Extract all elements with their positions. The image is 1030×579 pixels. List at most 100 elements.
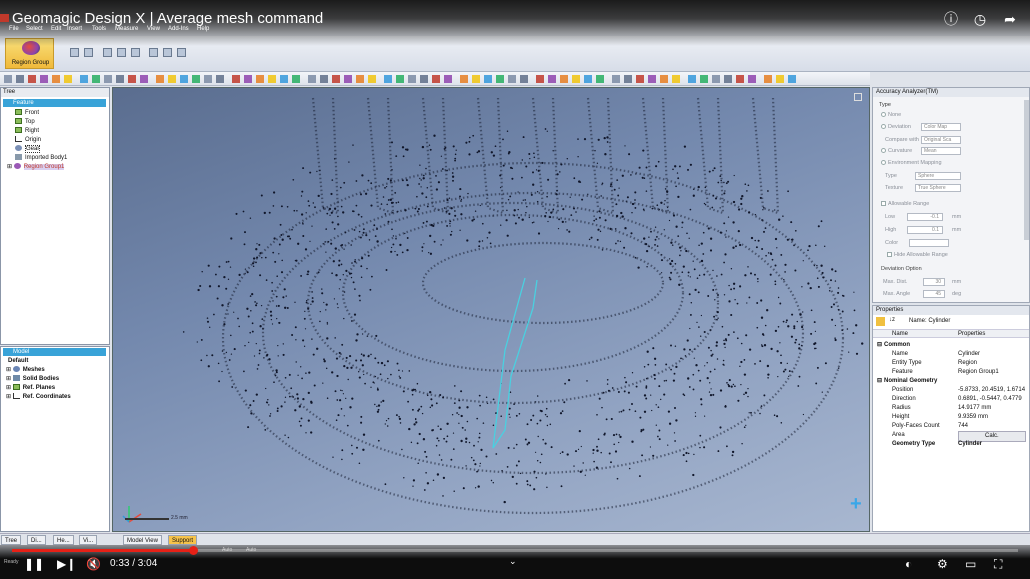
expand-icon[interactable]: ⊞ bbox=[6, 376, 11, 382]
ribbon-tool-icon[interactable] bbox=[177, 48, 186, 57]
compare-with-select[interactable]: Original Sca bbox=[921, 136, 961, 144]
model-item-meshes[interactable]: ⊞ Meshes bbox=[6, 366, 45, 375]
toolbar-tool-icon[interactable] bbox=[204, 75, 212, 83]
ribbon-tool-icon[interactable] bbox=[103, 48, 112, 57]
sort-icon[interactable]: ↓z bbox=[889, 317, 898, 326]
expand-icon[interactable]: ⊞ bbox=[6, 385, 11, 391]
model-item-solid-bodies[interactable]: ⊞ Solid Bodies bbox=[6, 375, 59, 384]
feature-header[interactable]: Feature bbox=[3, 99, 106, 107]
collapse-icon[interactable]: ⊟ bbox=[877, 341, 882, 350]
menu-tools[interactable]: Tools bbox=[92, 26, 106, 32]
toolbar-tool-icon[interactable] bbox=[648, 75, 656, 83]
toolbar-tool-icon[interactable] bbox=[128, 75, 136, 83]
toolbar-tool-icon[interactable] bbox=[776, 75, 784, 83]
toolbar-tool-icon[interactable] bbox=[16, 75, 24, 83]
menu-addins[interactable]: Add-Ins bbox=[168, 26, 189, 32]
toolbar-tool-icon[interactable] bbox=[408, 75, 416, 83]
toolbar-tool-icon[interactable] bbox=[308, 75, 316, 83]
categorized-icon[interactable] bbox=[876, 317, 885, 326]
tree-item-region-group[interactable]: ⊞ Region Group1 bbox=[7, 163, 65, 172]
toolbar-tool-icon[interactable] bbox=[168, 75, 176, 83]
tree-item-gear[interactable]: Gear bbox=[15, 145, 41, 154]
option-deviation[interactable]: Deviation bbox=[881, 124, 911, 130]
tree-item-imported-body[interactable]: Imported Body1 bbox=[15, 154, 67, 163]
toolbar-tool-icon[interactable] bbox=[140, 75, 148, 83]
color-swatch[interactable] bbox=[909, 239, 949, 247]
toolbar-tool-icon[interactable] bbox=[560, 75, 568, 83]
expand-icon[interactable]: ⊞ bbox=[6, 394, 11, 400]
low-input[interactable]: -0.1 bbox=[907, 213, 943, 221]
texture-select[interactable]: True Sphere bbox=[915, 184, 961, 192]
tree-item-front[interactable]: Front bbox=[15, 109, 39, 118]
deviation-select[interactable]: Color Map bbox=[921, 123, 961, 131]
property-row[interactable]: Entity Type Region bbox=[873, 359, 1029, 368]
property-row[interactable]: Radius 14.9177 mm bbox=[873, 404, 1029, 413]
tree-item-origin[interactable]: Origin bbox=[15, 136, 41, 145]
toolbar-tool-icon[interactable] bbox=[356, 75, 364, 83]
property-row[interactable]: Feature Region Group1 bbox=[873, 368, 1029, 377]
toolbar-tool-icon[interactable] bbox=[28, 75, 36, 83]
toolbar-tool-icon[interactable] bbox=[256, 75, 264, 83]
pause-icon[interactable]: ❚❚ bbox=[24, 557, 44, 571]
toolbar-tool-icon[interactable] bbox=[536, 75, 544, 83]
toolbar-tool-icon[interactable] bbox=[244, 75, 252, 83]
menu-file[interactable]: File bbox=[9, 26, 19, 32]
property-row[interactable]: Direction 0.6891, -0.5447, 0.4779 bbox=[873, 395, 1029, 404]
toolbar-tool-icon[interactable] bbox=[636, 75, 644, 83]
toolbar-tool-icon[interactable] bbox=[432, 75, 440, 83]
viewport-3d[interactable]: 2.5 mm + bbox=[112, 87, 870, 532]
maximize-icon[interactable] bbox=[854, 93, 862, 101]
ribbon-tool-icon[interactable] bbox=[163, 48, 172, 57]
tab-support[interactable]: Support bbox=[168, 535, 198, 545]
property-row[interactable]: Height 9.9359 mm bbox=[873, 413, 1029, 422]
toolbar-tool-icon[interactable] bbox=[688, 75, 696, 83]
tab-tree[interactable]: Tree bbox=[1, 535, 22, 545]
option-none[interactable]: None bbox=[881, 112, 901, 118]
property-row[interactable]: Name Cylinder bbox=[873, 350, 1029, 359]
toolbar-tool-icon[interactable] bbox=[584, 75, 592, 83]
toolbar-tool-icon[interactable] bbox=[52, 75, 60, 83]
toolbar-tool-icon[interactable] bbox=[396, 75, 404, 83]
chevron-down-icon[interactable]: ⌄ bbox=[509, 554, 517, 568]
toolbar-tool-icon[interactable] bbox=[624, 75, 632, 83]
toolbar-tool-icon[interactable] bbox=[700, 75, 708, 83]
ribbon-tool-icon[interactable] bbox=[131, 48, 140, 57]
menu-view[interactable]: View bbox=[147, 26, 160, 32]
curvature-select[interactable]: Mean bbox=[921, 147, 961, 155]
tab-help[interactable]: He... bbox=[53, 535, 74, 545]
toolbar-tool-icon[interactable] bbox=[520, 75, 528, 83]
option-curvature[interactable]: Curvature bbox=[881, 148, 912, 154]
scrollbar[interactable] bbox=[1024, 100, 1029, 240]
toolbar-tool-icon[interactable] bbox=[724, 75, 732, 83]
fullscreen-icon[interactable]: ⛶ bbox=[994, 557, 1002, 571]
mute-icon[interactable]: 🔇 bbox=[86, 557, 101, 571]
toolbar-tool-icon[interactable] bbox=[80, 75, 88, 83]
toolbar-tool-icon[interactable] bbox=[216, 75, 224, 83]
miniplayer-icon[interactable]: ▭ bbox=[965, 557, 976, 571]
toolbar-tool-icon[interactable] bbox=[548, 75, 556, 83]
ribbon-tool-icon[interactable] bbox=[117, 48, 126, 57]
max-dist-input[interactable]: 30 bbox=[923, 278, 945, 286]
toolbar-tool-icon[interactable] bbox=[320, 75, 328, 83]
menu-insert[interactable]: Insert bbox=[67, 26, 82, 32]
tab-view[interactable]: Vi... bbox=[79, 535, 98, 545]
model-header[interactable]: Model bbox=[3, 348, 106, 356]
menu-edit[interactable]: Edit bbox=[51, 26, 61, 32]
ribbon-tool-icon[interactable] bbox=[149, 48, 158, 57]
toolbar-tool-icon[interactable] bbox=[368, 75, 376, 83]
toolbar-tool-icon[interactable] bbox=[384, 75, 392, 83]
add-icon[interactable]: + bbox=[850, 494, 862, 514]
toolbar-tool-icon[interactable] bbox=[232, 75, 240, 83]
toolbar-tool-icon[interactable] bbox=[672, 75, 680, 83]
toolbar-tool-icon[interactable] bbox=[40, 75, 48, 83]
ribbon-tool-icon[interactable] bbox=[84, 48, 93, 57]
toolbar-tool-icon[interactable] bbox=[596, 75, 604, 83]
toolbar-tool-icon[interactable] bbox=[104, 75, 112, 83]
model-root[interactable]: Default bbox=[8, 357, 28, 366]
toolbar-tool-icon[interactable] bbox=[572, 75, 580, 83]
tree-item-top[interactable]: Top bbox=[15, 118, 35, 127]
collapse-icon[interactable]: ⊟ bbox=[877, 377, 882, 386]
tab-display[interactable]: Di... bbox=[27, 535, 46, 545]
hide-allowable-checkbox[interactable]: Hide Allowable Range bbox=[887, 252, 948, 258]
expand-icon[interactable]: ⊞ bbox=[6, 367, 11, 373]
